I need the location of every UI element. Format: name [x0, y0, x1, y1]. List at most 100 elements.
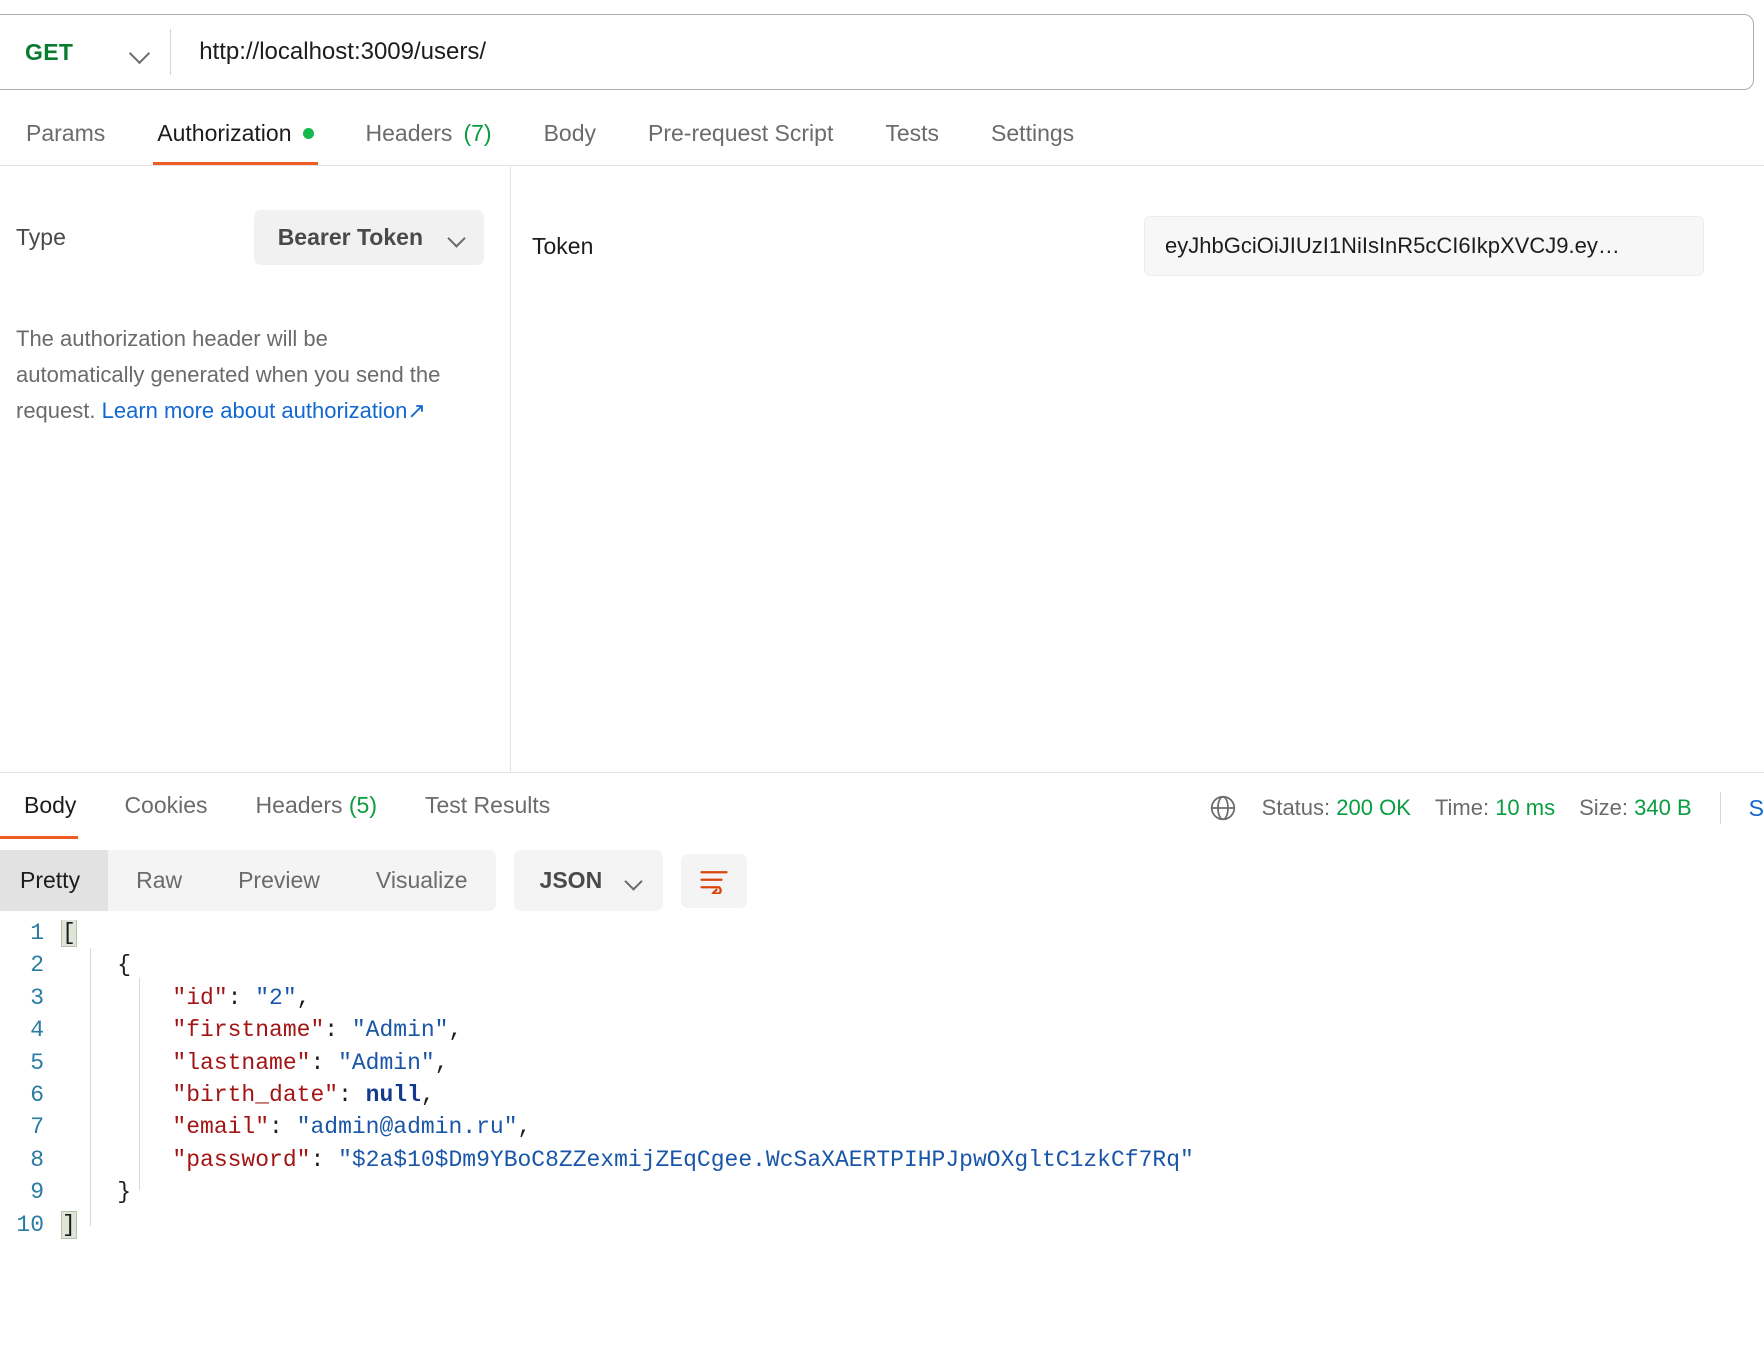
request-tab-label: Body	[543, 120, 596, 146]
request-tab-authorization[interactable]: Authorization	[131, 110, 339, 165]
request-tab-pre-request-script[interactable]: Pre-request Script	[622, 110, 859, 165]
time-value: 10 ms	[1495, 795, 1556, 820]
code-token: {	[62, 952, 132, 979]
code-line-text: "firstname": "Admin",	[62, 1017, 462, 1043]
code-line-text: "birth_date": null,	[62, 1081, 434, 1108]
request-tab-label: Headers	[365, 120, 453, 146]
token-input[interactable]: eyJhbGciOiJIUzI1NiIsInR5cCI6IkpXVCJ9.ey…	[1144, 216, 1704, 276]
code-token: ,	[434, 1049, 449, 1076]
status-label: Status:	[1261, 795, 1331, 820]
auth-type-row: Type Bearer Token	[16, 210, 484, 265]
line-number: 9	[30, 1179, 44, 1206]
meta-divider	[1719, 792, 1721, 824]
response-tab-cookies[interactable]: Cookies	[100, 780, 231, 839]
request-tab-settings[interactable]: Settings	[965, 110, 1100, 165]
authorization-panel: Type Bearer Token The authorization head…	[0, 166, 1764, 773]
time-label: Time:	[1434, 795, 1490, 820]
code-line-text: "password": "$2a$10$Dm9YBoC8ZZexmijZEqCg…	[62, 1146, 1194, 1173]
code-token: "email"	[172, 1114, 270, 1141]
code-line: 4 "firstname": "Admin",	[0, 1017, 1764, 1049]
view-mode-pretty[interactable]: Pretty	[0, 850, 109, 911]
code-line: 8 "password": "$2a$10$Dm9YBoC8ZZexmijZEq…	[0, 1147, 1764, 1179]
code-token: "Admin"	[351, 1017, 449, 1044]
response-tab-body[interactable]: Body	[0, 780, 100, 839]
auth-type-select[interactable]: Bearer Token	[253, 210, 484, 265]
response-section-divider	[0, 772, 1764, 773]
code-token: "Admin"	[338, 1049, 435, 1076]
url-bar-inner: GET	[0, 14, 1754, 90]
request-tab-headers[interactable]: Headers (7)	[340, 110, 518, 165]
token-label: Token	[532, 232, 594, 259]
request-tab-params[interactable]: Params	[0, 110, 131, 165]
code-line: 3 "id": "2",	[0, 985, 1764, 1017]
view-mode-raw[interactable]: Raw	[108, 850, 210, 911]
url-input[interactable]	[171, 15, 1753, 89]
code-token: :	[227, 984, 256, 1011]
response-tab-label: Cookies	[124, 792, 208, 818]
code-line-text: {	[62, 952, 131, 978]
response-format-select[interactable]: JSON	[513, 850, 664, 911]
request-tab-label: Settings	[991, 120, 1075, 146]
chevron-down-icon	[449, 230, 464, 245]
code-token: }	[62, 1179, 132, 1206]
postman-request-response-view: GET Params Authorization Headers (7) Body Pre…	[0, 0, 1764, 1362]
view-mode-visualize[interactable]: Visualize	[348, 850, 496, 911]
request-tab-body[interactable]: Body	[518, 110, 622, 165]
code-token: "password"	[172, 1146, 311, 1173]
size-group: Size: 340 B	[1579, 795, 1692, 821]
response-body-code[interactable]: 1[2 {3 "id": "2", 4 "firstname": "Admin",…	[0, 920, 1764, 1362]
response-tab-headers[interactable]: Headers (5)	[232, 780, 401, 839]
line-number: 4	[30, 1017, 44, 1044]
code-token: null	[365, 1081, 421, 1108]
code-token: "lastname"	[172, 1049, 311, 1076]
code-line-text: }	[62, 1179, 131, 1205]
authorization-left-pane: Type Bearer Token The authorization head…	[0, 166, 510, 773]
line-number: 10	[16, 1211, 44, 1238]
size-label: Size:	[1579, 795, 1629, 820]
auth-type-value: Bearer Token	[277, 224, 423, 250]
code-token: "id"	[172, 984, 228, 1011]
response-tab-test-results[interactable]: Test Results	[401, 780, 574, 839]
wrap-lines-button[interactable]	[681, 853, 748, 908]
line-number: 1	[30, 920, 44, 946]
chevron-down-icon	[626, 873, 641, 888]
response-view-mode-group: Pretty Raw Preview Visualize	[0, 850, 496, 911]
code-token: "$2a$10$Dm9YBoC8ZZexmijZEqCgee.WcSaXAERT…	[338, 1146, 1194, 1173]
line-number: 3	[30, 984, 44, 1011]
learn-more-label: Learn more about authorization	[101, 398, 408, 423]
response-tab-label: Body	[24, 792, 77, 818]
request-tab-tests[interactable]: Tests	[859, 110, 965, 165]
code-line: 5 "lastname": "Admin",	[0, 1050, 1764, 1082]
code-token: :	[269, 1114, 297, 1141]
code-token: ,	[448, 1017, 463, 1044]
learn-more-authorization-link[interactable]: Learn more about authorization↗	[102, 398, 426, 423]
request-tabs: Params Authorization Headers (7) Body Pre-req…	[0, 110, 1764, 166]
code-token: :	[338, 1081, 366, 1108]
http-method-selector[interactable]: GET	[0, 15, 170, 89]
code-line-text: "lastname": "Admin",	[62, 1049, 449, 1076]
code-token: :	[310, 1049, 339, 1076]
code-line: 1[	[0, 920, 1764, 952]
request-tab-label: Tests	[885, 120, 940, 146]
code-token: ,	[517, 1114, 532, 1141]
code-line-text: "email": "admin@admin.ru",	[62, 1114, 531, 1140]
line-number: 8	[30, 1146, 44, 1173]
code-line-text: [	[61, 920, 77, 947]
url-bar: GET	[0, 14, 1754, 90]
save-response-button[interactable]: S	[1749, 795, 1764, 822]
code-line: 9 }	[0, 1179, 1764, 1211]
request-tab-label: Pre-request Script	[648, 120, 834, 146]
code-line-text: "id": "2",	[62, 985, 310, 1011]
view-mode-preview[interactable]: Preview	[210, 850, 348, 911]
token-row: Token eyJhbGciOiJIUzI1NiIsInR5cCI6IkpXVC…	[512, 216, 1704, 276]
request-tab-count: (7)	[463, 120, 492, 146]
line-number: 7	[30, 1114, 44, 1141]
globe-icon	[1210, 795, 1235, 821]
response-tab-label: Headers	[255, 792, 343, 818]
line-number: 6	[30, 1081, 44, 1108]
code-token: [	[61, 920, 77, 947]
